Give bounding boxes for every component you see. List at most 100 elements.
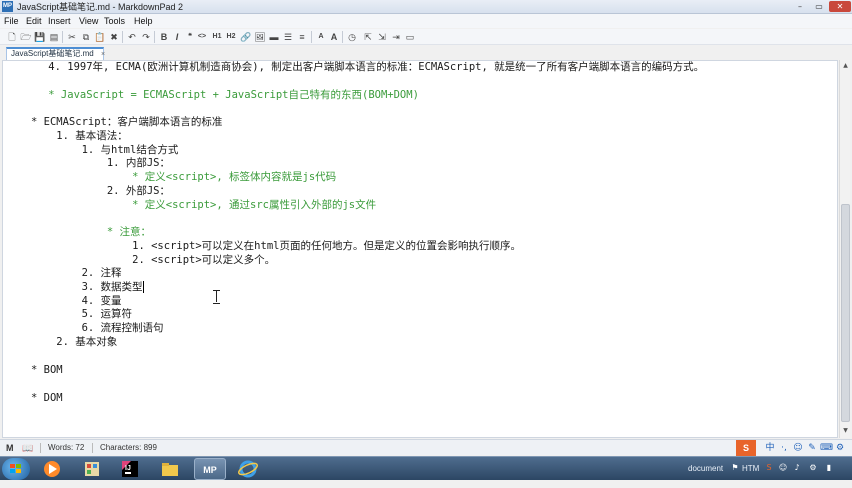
paint-taskbar-icon[interactable]	[76, 458, 108, 480]
minimize-button[interactable]: –	[792, 1, 808, 12]
media-player-taskbar-icon[interactable]	[36, 458, 68, 480]
tray-htm-label[interactable]: HTM	[742, 457, 759, 481]
editor-line: 2. 基本对象	[31, 336, 118, 348]
menu-insert[interactable]: Insert	[48, 14, 71, 28]
tray-gear-icon[interactable]: ⚙	[808, 463, 818, 473]
markdownpad-taskbar-button[interactable]: MP	[194, 458, 226, 480]
ime-keyboard-icon[interactable]: ⌨	[820, 440, 833, 456]
markdown-editor[interactable]: 4. 1997年, ECMA(欧洲计算机制造商协会), 制定出客户端脚本语言的标…	[2, 60, 838, 438]
editor-line: 2. 注释	[31, 267, 122, 279]
tray-volume-icon[interactable]: ♪	[792, 463, 802, 473]
svg-text:IJ: IJ	[125, 465, 131, 472]
italic-button[interactable]: I	[171, 31, 183, 43]
export-icon[interactable]: ⇥	[390, 31, 402, 43]
image-icon[interactable]: 🖼	[254, 31, 266, 43]
start-button[interactable]	[2, 458, 30, 480]
markdown-icon[interactable]: M	[6, 442, 14, 454]
editor-line: 4. 变量	[31, 295, 122, 307]
ime-language-toggle[interactable]: 中	[764, 440, 776, 456]
scroll-thumb[interactable]	[841, 204, 850, 422]
menu-tools[interactable]: Tools	[104, 14, 125, 28]
editor-line: 6. 流程控制语句	[31, 322, 164, 334]
editor-line-current: 3. 数据类型	[31, 280, 144, 294]
toolbar-separator	[342, 31, 343, 43]
menu-view[interactable]: View	[79, 14, 98, 28]
ime-settings-icon[interactable]: ⚙	[834, 440, 846, 456]
sogou-ime-icon[interactable]: S	[736, 440, 756, 456]
intellij-idea-icon: IJ	[122, 461, 138, 477]
tab-javascript-notes[interactable]: JavaScript基础笔记.md ×	[6, 47, 105, 60]
horizontal-rule-icon[interactable]: ▬	[268, 31, 280, 43]
tray-flag-icon[interactable]: ⚑	[730, 463, 740, 473]
new-file-icon[interactable]: 🗋	[6, 31, 18, 43]
menu-file[interactable]: File	[4, 14, 19, 28]
toolbar-separator	[311, 31, 312, 43]
delete-icon[interactable]: ✖	[108, 31, 120, 43]
toolbar: 🗋 🗁 💾 ▤ ✂ ⧉ 📋 ✖ ↶ ↷ B I ❝ <> H1 H2 🔗 🖼 ▬…	[0, 29, 852, 45]
character-count: Characters: 899	[100, 443, 157, 452]
editor-line: 1. 内部JS：	[31, 157, 170, 169]
ime-emoji-icon[interactable]: ☺	[792, 440, 804, 456]
quote-button[interactable]: ❝	[184, 31, 196, 43]
undo-icon[interactable]: ↶	[126, 31, 138, 43]
title-bar: MP JavaScript基础笔记.md - MarkdownPad 2 – ▭…	[0, 0, 852, 14]
maximize-button[interactable]: ▭	[811, 1, 827, 12]
editor-line-text: 3. 数据类型	[31, 281, 143, 293]
ordered-list-icon[interactable]: ≡	[296, 31, 308, 43]
book-icon[interactable]: 📖	[22, 442, 33, 454]
scroll-up-icon[interactable]: ▲	[841, 61, 850, 70]
vertical-scrollbar[interactable]: ▲ ▼	[839, 60, 850, 438]
word-count: Words: 72	[48, 443, 85, 452]
tray-document-label[interactable]: document	[688, 457, 723, 481]
close-window-button[interactable]: ✕	[829, 1, 851, 12]
heading2-button[interactable]: H2	[224, 31, 238, 43]
editor-line: * 注意：	[31, 226, 152, 238]
editor-line: 1. 与html结合方式	[31, 144, 179, 156]
ime-punctuation-icon[interactable]: ·,	[778, 440, 790, 456]
editor-line: * BOM	[31, 364, 63, 376]
editor-line: 5. 运算符	[31, 308, 133, 320]
save-icon[interactable]: 💾	[34, 31, 46, 43]
media-player-icon	[44, 461, 60, 477]
tab-close-icon[interactable]: ×	[101, 50, 105, 60]
menu-help[interactable]: Help	[134, 14, 153, 28]
tray-network-icon[interactable]: ▮	[824, 463, 834, 473]
unordered-list-icon[interactable]: ☰	[282, 31, 294, 43]
ime-voice-icon[interactable]: ✎	[806, 440, 818, 456]
live-preview-icon[interactable]: ⇲	[376, 31, 388, 43]
save-all-icon[interactable]: ▤	[48, 31, 60, 43]
font-larger-button[interactable]: A	[328, 31, 340, 43]
timestamp-icon[interactable]: ◷	[346, 31, 358, 43]
explorer-taskbar-icon[interactable]	[154, 458, 186, 480]
heading1-button[interactable]: H1	[210, 31, 224, 43]
tray-sogou-icon[interactable]: S	[764, 463, 774, 473]
paste-icon[interactable]: 📋	[94, 31, 106, 43]
markdownpad-app-icon: MP	[2, 1, 13, 12]
bold-button[interactable]: B	[158, 31, 170, 43]
windows-taskbar: IJ MP document ⚑ HTM S ☺ ♪ ⚙ ▮	[0, 456, 852, 480]
editor-line: 2. <script>可以定义多个。	[31, 254, 276, 266]
open-folder-icon[interactable]: 🗁	[20, 31, 32, 43]
cut-icon[interactable]: ✂	[66, 31, 78, 43]
redo-icon[interactable]: ↷	[140, 31, 152, 43]
editor-line: * DOM	[31, 392, 63, 404]
toolbar-separator	[122, 31, 123, 43]
scroll-down-icon[interactable]: ▼	[841, 426, 850, 435]
menu-bar: File Edit Insert View Tools Help	[0, 14, 852, 28]
print-icon[interactable]: ▭	[404, 31, 416, 43]
editor-line: 4. 1997年, ECMA(欧洲计算机制造商协会), 制定出客户端脚本语言的标…	[23, 61, 705, 73]
copy-icon[interactable]: ⧉	[80, 31, 92, 43]
link-icon[interactable]: 🔗	[240, 31, 252, 43]
font-smaller-button[interactable]: A	[315, 31, 327, 43]
preview-icon[interactable]: ⇱	[362, 31, 374, 43]
status-separator	[92, 443, 93, 453]
folder-icon	[162, 463, 178, 476]
ibeam-cursor-icon	[213, 290, 220, 304]
code-button[interactable]: <>	[196, 31, 208, 43]
intellij-taskbar-icon[interactable]: IJ	[114, 458, 146, 480]
toolbar-separator	[62, 31, 63, 43]
tab-bar: JavaScript基础笔记.md ×	[0, 46, 852, 60]
ie-taskbar-icon[interactable]	[232, 458, 264, 480]
menu-edit[interactable]: Edit	[26, 14, 42, 28]
tray-smile-icon[interactable]: ☺	[778, 463, 788, 473]
